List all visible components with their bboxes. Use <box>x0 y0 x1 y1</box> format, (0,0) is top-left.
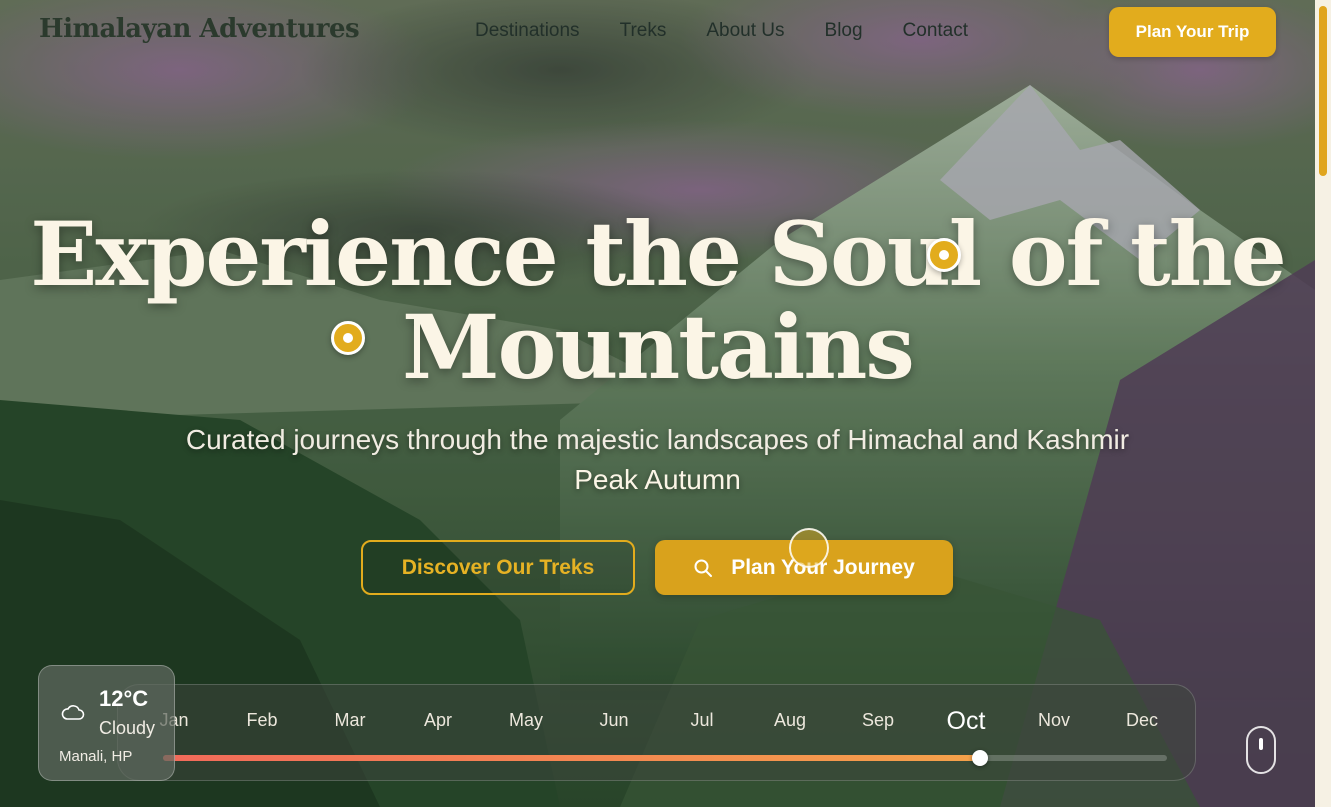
month-feb[interactable]: Feb <box>232 710 292 731</box>
search-icon <box>694 559 713 577</box>
hero-title: Experience the Soul of the Mountains <box>0 208 1315 394</box>
month-aug[interactable]: Aug <box>760 710 820 731</box>
nav-links: Destinations Treks About Us Blog Contact <box>475 20 968 42</box>
nav-link-blog[interactable]: Blog <box>825 20 863 42</box>
month-apr[interactable]: Apr <box>408 710 468 731</box>
month-may[interactable]: May <box>496 710 556 731</box>
map-marker-icon[interactable] <box>331 321 365 355</box>
month-dec[interactable]: Dec <box>1112 710 1172 731</box>
timeline-track[interactable] <box>163 750 1167 766</box>
season-timeline: JanFebMarAprMayJunJulAugSepOctNovDec <box>117 684 1196 781</box>
nav-link-about[interactable]: About Us <box>706 20 784 42</box>
timeline-slider-handle[interactable] <box>972 750 989 766</box>
weather-location: Manali, HP <box>59 748 133 765</box>
map-marker-icon[interactable] <box>927 238 961 272</box>
nav-link-contact[interactable]: Contact <box>903 20 968 42</box>
cloud-icon <box>61 705 85 720</box>
scrollbar-thumb[interactable] <box>1319 6 1327 176</box>
hero-subtitle: Curated journeys through the majestic la… <box>185 424 1130 455</box>
weather-condition: Cloudy <box>99 718 156 738</box>
month-oct[interactable]: Oct <box>936 707 996 736</box>
nav-link-treks[interactable]: Treks <box>620 20 667 42</box>
discover-treks-button[interactable]: Discover Our Treks <box>361 540 635 595</box>
hero-title-line-1: Experience the Soul of the <box>30 202 1286 306</box>
cursor-highlight-ring <box>789 528 829 568</box>
month-nov[interactable]: Nov <box>1024 710 1084 731</box>
season-label: Peak Autumn <box>574 464 741 495</box>
page-scrollbar[interactable] <box>1315 0 1331 807</box>
month-sep[interactable]: Sep <box>848 710 908 731</box>
plan-your-trip-button[interactable]: Plan Your Trip <box>1109 7 1276 57</box>
weather-widget: 12°C Cloudy Manali, HP <box>38 665 175 781</box>
scroll-down-icon[interactable] <box>1246 726 1276 774</box>
month-mar[interactable]: Mar <box>320 710 380 731</box>
timeline-progress <box>163 755 987 761</box>
month-jun[interactable]: Jun <box>584 710 644 731</box>
top-navigation: Himalayan Adventures Destinations Treks … <box>0 0 1315 64</box>
site-logo[interactable]: Himalayan Adventures <box>39 14 360 44</box>
weather-temperature: 12°C <box>99 686 149 711</box>
month-jul[interactable]: Jul <box>672 710 732 731</box>
hero-title-line-2: Mountains <box>402 295 915 399</box>
nav-link-destinations[interactable]: Destinations <box>475 20 580 42</box>
